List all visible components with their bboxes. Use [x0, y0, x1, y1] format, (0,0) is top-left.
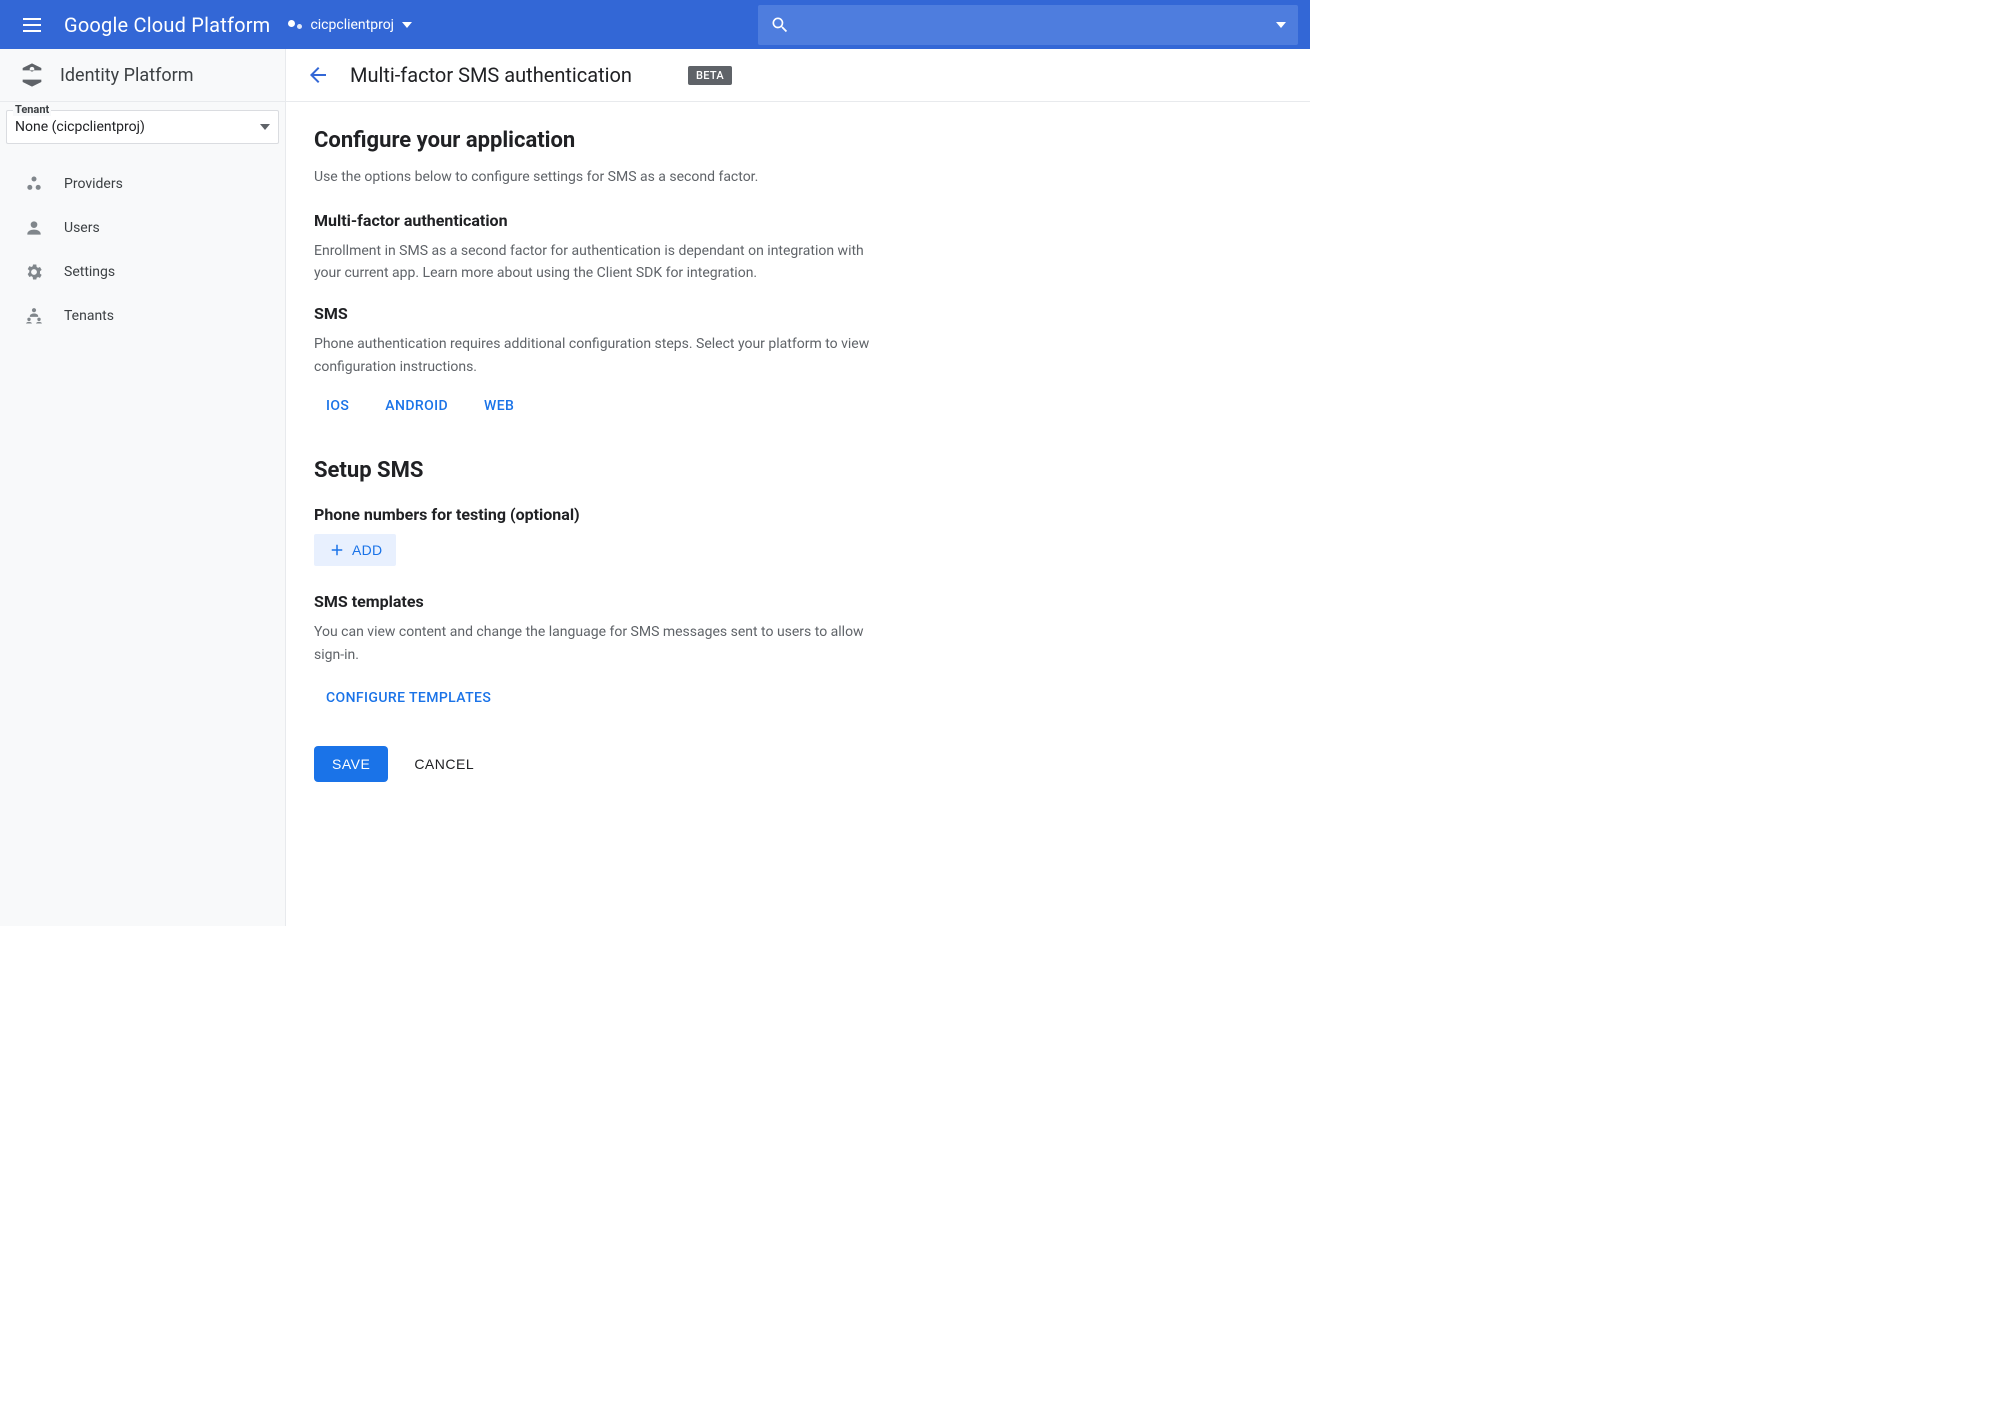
sidebar-item-users[interactable]: Users — [0, 206, 285, 250]
providers-icon — [24, 174, 44, 194]
phones-heading: Phone numbers for testing (optional) — [314, 505, 1178, 524]
sidebar-item-label: Tenants — [64, 308, 114, 324]
templates-desc: You can view content and change the lang… — [314, 621, 894, 666]
configure-templates-link[interactable]: CONFIGURE TEMPLATES — [326, 690, 491, 706]
tenant-selector[interactable]: Tenant None (cicpclientproj) — [6, 110, 279, 144]
platform-android-link[interactable]: ANDROID — [385, 398, 448, 414]
main: Multi-factor SMS authentication BETA Con… — [286, 49, 1310, 926]
mfa-desc: Enrollment in SMS as a second factor for… — [314, 240, 894, 285]
chevron-down-icon — [1276, 22, 1286, 28]
plus-icon — [328, 541, 346, 559]
main-header: Multi-factor SMS authentication BETA — [286, 49, 1310, 102]
save-button[interactable]: SAVE — [314, 746, 388, 782]
project-name: cicpclientproj — [310, 17, 394, 33]
sidebar-item-settings[interactable]: Settings — [0, 250, 285, 294]
chevron-down-icon — [260, 124, 270, 130]
section-setup-title: Setup SMS — [314, 458, 1178, 483]
sms-heading: SMS — [314, 304, 1178, 323]
gear-icon — [24, 262, 44, 282]
sms-desc: Phone authentication requires additional… — [314, 333, 894, 378]
sidebar-item-label: Providers — [64, 176, 123, 192]
sidebar-item-label: Users — [64, 220, 100, 236]
sidebar-item-providers[interactable]: Providers — [0, 162, 285, 206]
tenants-icon — [24, 306, 44, 326]
product-name: Google Cloud Platform — [64, 13, 270, 37]
sidebar-title: Identity Platform — [60, 65, 194, 86]
add-phone-button[interactable]: ADD — [314, 534, 396, 566]
beta-badge: BETA — [688, 66, 732, 85]
page-title: Multi-factor SMS authentication — [350, 63, 632, 87]
section-configure-title: Configure your application — [314, 128, 1178, 153]
content: Configure your application Use the optio… — [286, 102, 1206, 808]
sidebar-header: Identity Platform — [0, 49, 285, 102]
section-configure-desc: Use the options below to configure setti… — [314, 167, 1178, 189]
menu-button[interactable] — [12, 5, 52, 45]
sidebar-item-tenants[interactable]: Tenants — [0, 294, 285, 338]
action-buttons: SAVE CANCEL — [314, 746, 1178, 782]
chevron-down-icon — [402, 22, 412, 28]
sidebar-item-label: Settings — [64, 264, 115, 280]
platform-ios-link[interactable]: IOS — [326, 398, 349, 414]
sidebar: Identity Platform Tenant None (cicpclien… — [0, 49, 286, 926]
platform-links: IOS ANDROID WEB — [326, 398, 1178, 414]
cancel-button[interactable]: CANCEL — [414, 756, 474, 772]
tenant-value: None (cicpclientproj) — [15, 119, 145, 135]
back-arrow-icon[interactable] — [306, 63, 330, 87]
search-icon — [770, 15, 790, 35]
menu-icon — [23, 18, 41, 32]
mfa-heading: Multi-factor authentication — [314, 211, 1178, 230]
search-box[interactable] — [758, 5, 1298, 45]
project-icon — [288, 20, 302, 29]
project-selector[interactable]: cicpclientproj — [288, 17, 412, 33]
platform-web-link[interactable]: WEB — [484, 398, 514, 414]
top-bar: Google Cloud Platform cicpclientproj — [0, 0, 1310, 49]
add-button-label: ADD — [352, 542, 382, 558]
templates-heading: SMS templates — [314, 592, 1178, 611]
identity-platform-icon — [18, 61, 46, 89]
tenant-label: Tenant — [13, 103, 51, 116]
users-icon — [24, 218, 44, 238]
sidebar-nav: Providers Users Settings Tenants — [0, 162, 285, 338]
